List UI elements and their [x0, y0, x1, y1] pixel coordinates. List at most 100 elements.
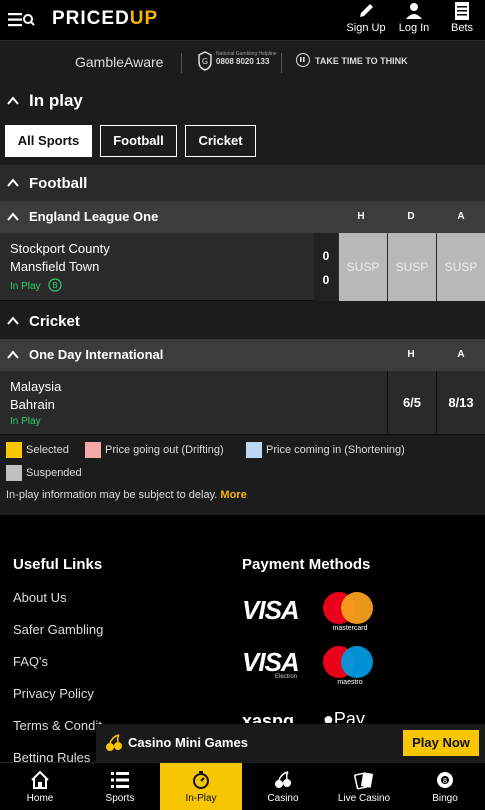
list-icon — [111, 772, 129, 788]
take-time-to-think-logo[interactable]: TAKE TIME TO THINK — [315, 56, 408, 66]
divider — [281, 53, 282, 73]
chevron-up-icon — [7, 316, 19, 325]
footer-link-about-us[interactable]: About Us — [13, 590, 66, 605]
footer-link-privacy-policy[interactable]: Privacy Policy — [13, 686, 94, 701]
filter-football[interactable]: Football — [100, 125, 177, 157]
payment-methods-title: Payment Methods — [242, 556, 371, 573]
user-icon — [406, 3, 422, 19]
home-team: Stockport County — [10, 241, 110, 256]
pricedup-logo[interactable]: PRICEDUP — [52, 8, 158, 30]
odds-away-suspended[interactable]: SUSP — [437, 233, 485, 301]
selected-swatch — [6, 442, 22, 458]
shortening-label: Price coming in (Shortening) — [266, 444, 405, 456]
odds-away-button[interactable]: 8/13 — [437, 395, 485, 410]
bets-button[interactable]: Bets — [448, 0, 476, 40]
odds-draw-suspended[interactable]: SUSP — [388, 233, 436, 301]
casino-mini-games-banner[interactable]: Casino Mini Games Play Now — [96, 724, 485, 762]
column-home: H — [357, 211, 365, 222]
nav-live-casino[interactable]: Live Casino — [324, 763, 404, 810]
nav-sports[interactable]: Sports — [80, 763, 160, 810]
electron-label: Electron — [275, 674, 298, 680]
nav-label: Bingo — [432, 793, 458, 804]
odds-legend: Selected Price going out (Drifting) Pric… — [0, 440, 485, 512]
svg-text:G: G — [202, 57, 208, 66]
inplay-main: In play All Sports Football Cricket Foot… — [0, 84, 485, 515]
filter-all-sports[interactable]: All Sports — [5, 125, 92, 157]
shield-icon: G — [198, 51, 212, 71]
responsible-gambling-strip: GambleAware G National Gambling Helpline… — [0, 40, 485, 84]
sign-up-button[interactable]: Sign Up — [343, 0, 389, 40]
chevron-up-icon — [7, 96, 19, 105]
apple-icon: ● — [323, 709, 334, 723]
sport-title: Football — [29, 175, 88, 192]
helpline-number: 0808 8020 133 — [216, 57, 270, 66]
gamble-aware-logo[interactable]: GambleAware — [75, 54, 163, 70]
stopwatch-icon — [193, 771, 209, 789]
pause-icon — [296, 53, 310, 67]
logo-accent: UP — [129, 8, 159, 29]
log-in-label: Log In — [398, 22, 430, 34]
maestro-label: maestro — [337, 679, 363, 686]
league-header-england-league-one[interactable]: England League One H D A — [0, 201, 485, 233]
nav-casino[interactable]: Casino — [243, 763, 323, 810]
inplay-header[interactable]: In play — [0, 84, 485, 116]
event-row[interactable]: Stockport County Mansfield Town In Play … — [0, 233, 485, 301]
selected-label: Selected — [26, 444, 69, 456]
odds-home-suspended[interactable]: SUSP — [339, 233, 387, 301]
away-team: Bahrain — [10, 397, 55, 412]
odds-home-button[interactable]: 6/5 — [388, 395, 436, 410]
more-link[interactable]: More — [220, 489, 246, 501]
nav-label: Live Casino — [337, 793, 391, 804]
cards-icon — [354, 772, 373, 790]
page-title: In play — [29, 91, 83, 110]
nav-label: Home — [26, 793, 54, 804]
log-in-button[interactable]: Log In — [395, 0, 433, 40]
mastercard-label: mastercard — [332, 625, 368, 632]
drifting-swatch — [85, 442, 101, 458]
useful-links-title: Useful Links — [13, 556, 103, 573]
svg-text:8: 8 — [443, 777, 447, 785]
footer-link-faqs[interactable]: FAQ's — [13, 654, 48, 669]
nav-label: Casino — [267, 793, 299, 804]
menu-search-icon[interactable] — [8, 10, 36, 30]
nav-in-play[interactable]: In-Play — [160, 763, 242, 810]
drifting-label: Price going out (Drifting) — [105, 444, 224, 456]
suspended-swatch — [6, 465, 22, 481]
visa-logo: VISA — [242, 595, 300, 625]
home-icon — [31, 770, 49, 789]
nav-label: In-Play — [185, 793, 217, 804]
league-title: One Day International — [29, 347, 164, 362]
footer-link-terms[interactable]: Terms & Condit — [13, 718, 102, 733]
live-stream-icon: B — [48, 278, 62, 292]
apple-pay-label: Pay — [333, 709, 365, 723]
in-play-label: In Play — [10, 281, 41, 292]
nav-bingo[interactable]: 8 Bingo — [405, 763, 485, 810]
chevron-up-icon — [7, 212, 19, 221]
suspended-label: Suspended — [26, 467, 82, 479]
league-header-one-day-international[interactable]: One Day International H A — [0, 339, 485, 371]
divider — [181, 53, 182, 73]
logo-text: PRICED — [52, 8, 130, 29]
nav-label: Sports — [105, 793, 135, 804]
bottom-nav: Home Sports In-Play Casino Live Casino 8… — [0, 762, 485, 810]
mastercard-logo: mastercard — [323, 592, 383, 632]
helpline-logo[interactable]: G National Gambling Helpline 0808 8020 1… — [198, 51, 277, 75]
play-now-button[interactable]: Play Now — [403, 730, 479, 756]
betslip-icon — [455, 2, 469, 20]
apple-pay-logo: ●Pay — [323, 709, 365, 723]
sign-up-label: Sign Up — [346, 22, 386, 34]
bets-label: Bets — [450, 22, 473, 34]
sport-header-cricket[interactable]: Cricket — [0, 303, 485, 338]
nav-home[interactable]: Home — [0, 763, 80, 810]
delay-text: In-play information may be subject to de… — [6, 489, 218, 501]
banner-text: Casino Mini Games — [128, 735, 248, 750]
column-away: A — [457, 211, 465, 222]
sport-header-football[interactable]: Football — [0, 165, 485, 201]
footer-link-safer-gambling[interactable]: Safer Gambling — [13, 622, 103, 637]
delay-notice: In-play information may be subject to de… — [6, 489, 247, 501]
filter-cricket[interactable]: Cricket — [185, 125, 256, 157]
shortening-swatch — [246, 442, 262, 458]
event-row[interactable]: Malaysia Bahrain In Play 6/5 8/13 — [0, 371, 485, 435]
maestro-logo: maestro — [323, 646, 383, 686]
column-away: A — [457, 349, 465, 360]
